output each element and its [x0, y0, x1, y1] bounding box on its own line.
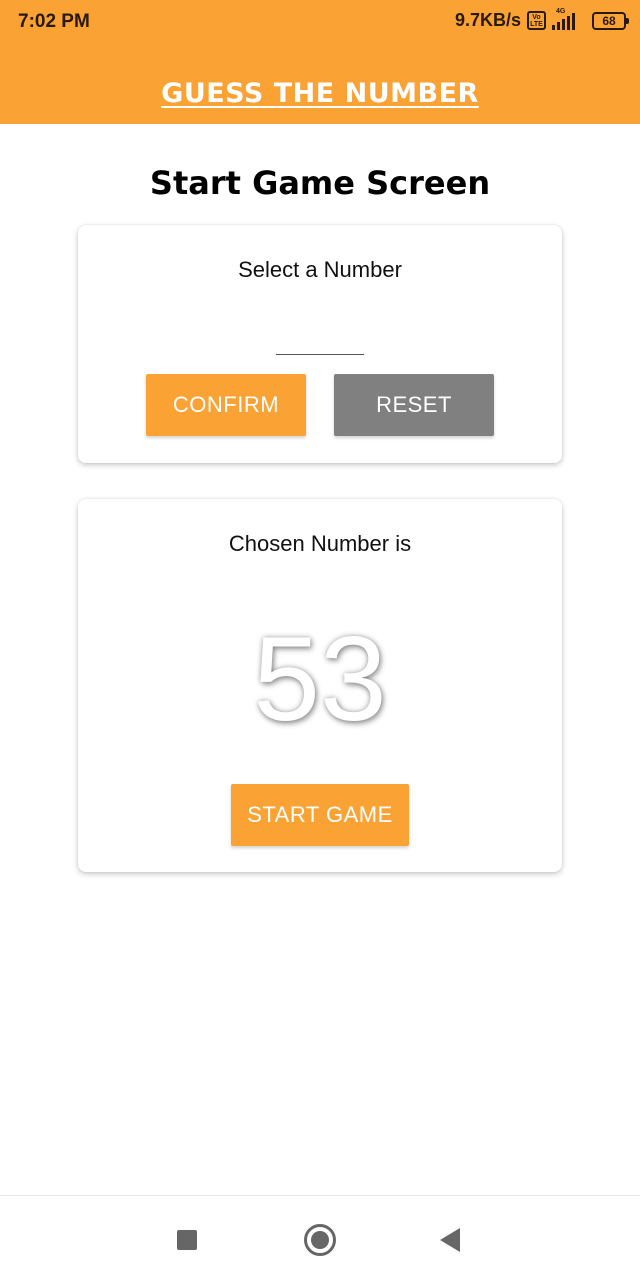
status-bar: 7:02 PM 9.7KB/s Vo LTE 4G 68	[0, 0, 640, 44]
app-title: GUESS THE NUMBER	[161, 78, 479, 109]
home-icon[interactable]	[304, 1224, 336, 1256]
select-number-card: Select a Number CONFIRM RESET	[78, 225, 562, 463]
signal-icon: 4G	[552, 8, 586, 30]
select-number-label: Select a Number	[238, 257, 402, 282]
battery-icon: 68	[592, 11, 629, 30]
navigation-bar	[0, 1195, 640, 1280]
recent-apps-icon[interactable]	[177, 1230, 197, 1250]
status-time: 7:02 PM	[18, 11, 90, 32]
network-type: 4G	[556, 7, 566, 15]
number-input[interactable]	[276, 325, 364, 355]
volte-icon: Vo LTE	[527, 11, 546, 30]
back-icon[interactable]	[440, 1228, 460, 1252]
status-indicators: 9.7KB/s Vo LTE 4G 68	[454, 8, 629, 31]
app-header: GUESS THE NUMBER	[0, 44, 640, 124]
chosen-number-label: Chosen Number is	[228, 531, 412, 556]
chosen-number: 53	[253, 612, 387, 746]
network-speed: 9.7KB/s	[454, 10, 521, 30]
page-title: Start Game Screen	[149, 164, 491, 202]
reset-button[interactable]: RESET	[334, 374, 494, 436]
confirm-button[interactable]: CONFIRM	[146, 374, 306, 436]
start-game-button[interactable]: START GAME	[231, 784, 409, 846]
chosen-number-card: Chosen Number is 53 START GAME	[78, 499, 562, 872]
